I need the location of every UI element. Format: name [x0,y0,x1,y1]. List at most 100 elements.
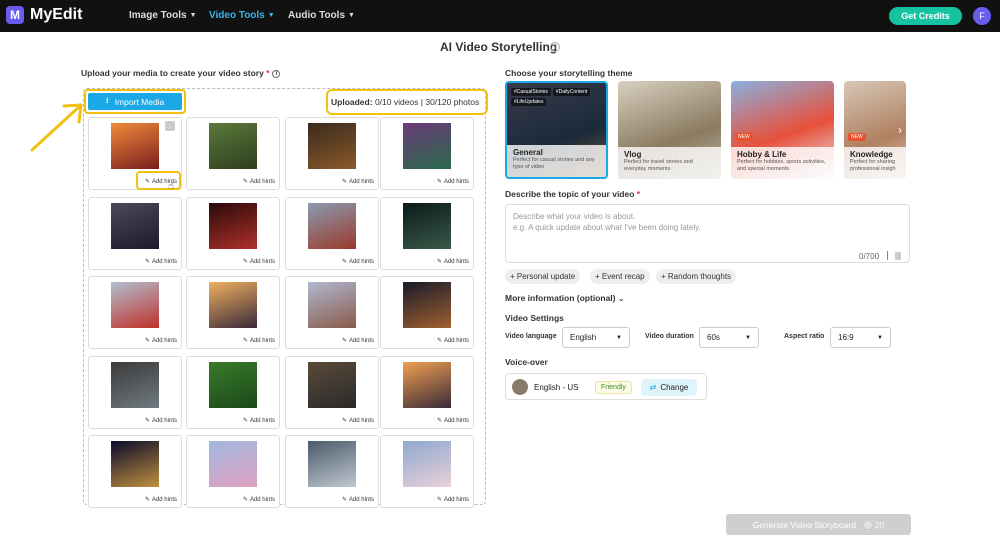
add-hints-button[interactable]: ✎ Add hints [437,417,469,425]
chevron-down-icon: ▼ [189,12,197,19]
media-item[interactable]: ✎ Add hints [88,276,182,349]
add-hints-label: Add hints [151,496,177,503]
add-hints-button[interactable]: ✎ Add hints [243,178,275,186]
media-item[interactable]: ✎ Add hints [88,435,182,508]
media-thumbnail [403,441,451,487]
avatar[interactable]: F [973,7,991,25]
add-hints-button[interactable]: ✎ Add hints [242,337,275,345]
pencil-icon: ✎ [242,338,248,344]
language-select[interactable]: English ▼ [562,327,630,348]
media-thumbnail [403,203,451,249]
add-hints-button[interactable]: ✎ Add hints [342,337,374,345]
caret-down-icon: ▼ [616,334,622,341]
media-item[interactable]: ✎ Add hints [88,197,182,270]
add-hints-label: Add hints [443,496,469,503]
media-item[interactable]: ✎ Add hints [186,276,280,349]
theme-card-knowledge[interactable]: NEW Knowledge Perfect for sharing professi… [844,81,906,179]
aspect-label: Aspect ratio [784,333,825,340]
add-hints-label: Add hints [249,417,275,424]
add-hints-button[interactable]: ✎ Add hints [437,178,469,186]
trash-icon[interactable] [165,121,175,131]
more-information-toggle[interactable]: More information (optional) ⌄ [505,293,625,303]
theme-tags: #CasualStories #DailyContent #LifeUpdates [511,88,606,106]
media-item[interactable]: ✎ Add hints [186,435,280,508]
add-hints-label: Add hints [249,496,275,503]
media-item[interactable]: ✎ Add hints [186,117,280,190]
swap-icon: ⇄ [649,383,657,392]
theme-card-general[interactable]: #CasualStories #DailyContent #LifeUpdates G… [505,81,608,179]
logo[interactable]: M MyEdit [6,6,82,24]
change-voice-button[interactable]: ⇄ Change [641,379,697,396]
get-credits-button[interactable]: Get Credits [889,7,962,25]
select-value: 16:9 [838,333,854,342]
media-item[interactable]: ✎ Add hints [380,276,474,349]
theme-description: Perfect for travel stories and everyday … [624,159,693,172]
divider [887,251,888,260]
chevron-down-icon: ▼ [348,12,355,19]
nav-video-tools[interactable]: Video Tools ▼ [209,10,275,21]
duration-select[interactable]: 60s ▼ [699,327,759,348]
nav-image-tools[interactable]: Image Tools ▼ [129,10,197,21]
media-item[interactable]: ✎ Add hints [380,117,474,190]
media-thumbnail [209,282,257,328]
add-hints-button[interactable]: ✎ Add hints [342,178,374,186]
media-item[interactable]: ✎ Add hints [380,197,474,270]
clear-text-icon[interactable] [895,252,901,260]
nav-audio-tools[interactable]: Audio Tools ▼ [288,10,355,21]
info-icon[interactable]: i [272,69,281,78]
import-media-button[interactable]: ⭳ Import Media [88,93,182,110]
add-hints-button[interactable]: ✎ Add hints [243,258,275,266]
add-hints-button[interactable]: ✎ Add hints [437,337,469,345]
add-hints-button[interactable]: ✎ Add hints [436,258,469,266]
add-hints-label: Add hints [348,178,374,185]
upload-status: Uploaded: 0/10 videos | 30/120 photos [331,97,479,107]
add-hints-button[interactable]: ✎ Add hints [437,496,469,504]
theme-caption: General Perfect for casual stories and an… [507,145,606,177]
add-hints-label: Add hints [443,178,469,185]
chip-event-recap[interactable]: + Event recap [590,269,650,284]
add-hints-label: Add hints [151,337,177,344]
placeholder-line: Describe what your video is about. [513,212,636,221]
theme-card-hobby-life[interactable]: NEW Hobby & Life Perfect for hobbies, spor… [731,81,834,179]
aspect-select[interactable]: 16:9 ▼ [830,327,891,348]
nav-label: Audio Tools [288,10,346,21]
media-thumbnail [403,362,451,408]
chip-personal-update[interactable]: + Personal update [505,269,581,284]
add-hints-label: Add hints [348,258,374,265]
media-item[interactable]: ✎ Add hints [380,435,474,508]
generate-storyboard-button[interactable]: Generate Video Storyboard 20 [726,514,911,535]
help-icon[interactable]: ? [550,42,560,52]
media-item[interactable]: ✎ Add hints [88,356,182,429]
video-settings-label: Video Settings [505,313,564,323]
media-item[interactable]: ✎ Add hints [186,356,280,429]
add-hints-button[interactable]: ✎ Add hints [342,258,374,266]
add-hints-button[interactable]: ✎ Add hints [243,496,275,504]
language-label: Video language [505,333,557,340]
media-item[interactable]: ✎ Add hints [285,276,379,349]
media-thumbnail [209,123,257,169]
media-item[interactable]: ✎ Add hints [285,117,379,190]
media-thumbnail [308,282,356,328]
add-hints-button[interactable]: ✎ Add hints [145,258,177,266]
chevron-right-icon[interactable]: › [898,123,902,137]
required-mark: * [636,189,641,199]
media-item[interactable]: ✎ Add hints [380,356,474,429]
media-item[interactable]: ✎ Add hints [285,197,379,270]
theme-card-vlog[interactable]: Vlog Perfect for travel stories and every… [618,81,721,179]
add-hints-button[interactable]: ✎ Add hints [342,417,374,425]
add-hints-button[interactable]: ✎ Add hints [145,417,177,425]
media-item[interactable]: ✎ Add hints [186,197,280,270]
add-hints-label: Add hints [249,178,275,185]
media-item[interactable]: ✎ Add hints [285,435,379,508]
chevron-down-icon: ⌄ [617,294,625,303]
add-hints-button[interactable]: ✎ Add hints [145,496,177,504]
chip-random-thoughts[interactable]: + Random thoughts [656,269,737,284]
media-item[interactable]: ✎ Add hints [285,356,379,429]
add-hints-button[interactable]: ✎ Add hints [243,417,275,425]
topic-input[interactable]: Describe what your video is about. e.g. … [505,204,910,263]
pencil-icon: ✎ [436,259,442,265]
theme-name: General [513,148,543,157]
add-hints-button[interactable]: ✎ Add hints [145,337,177,345]
add-hints-button[interactable]: ✎ Add hints [342,496,374,504]
add-hints-label: Add hints [249,258,275,265]
